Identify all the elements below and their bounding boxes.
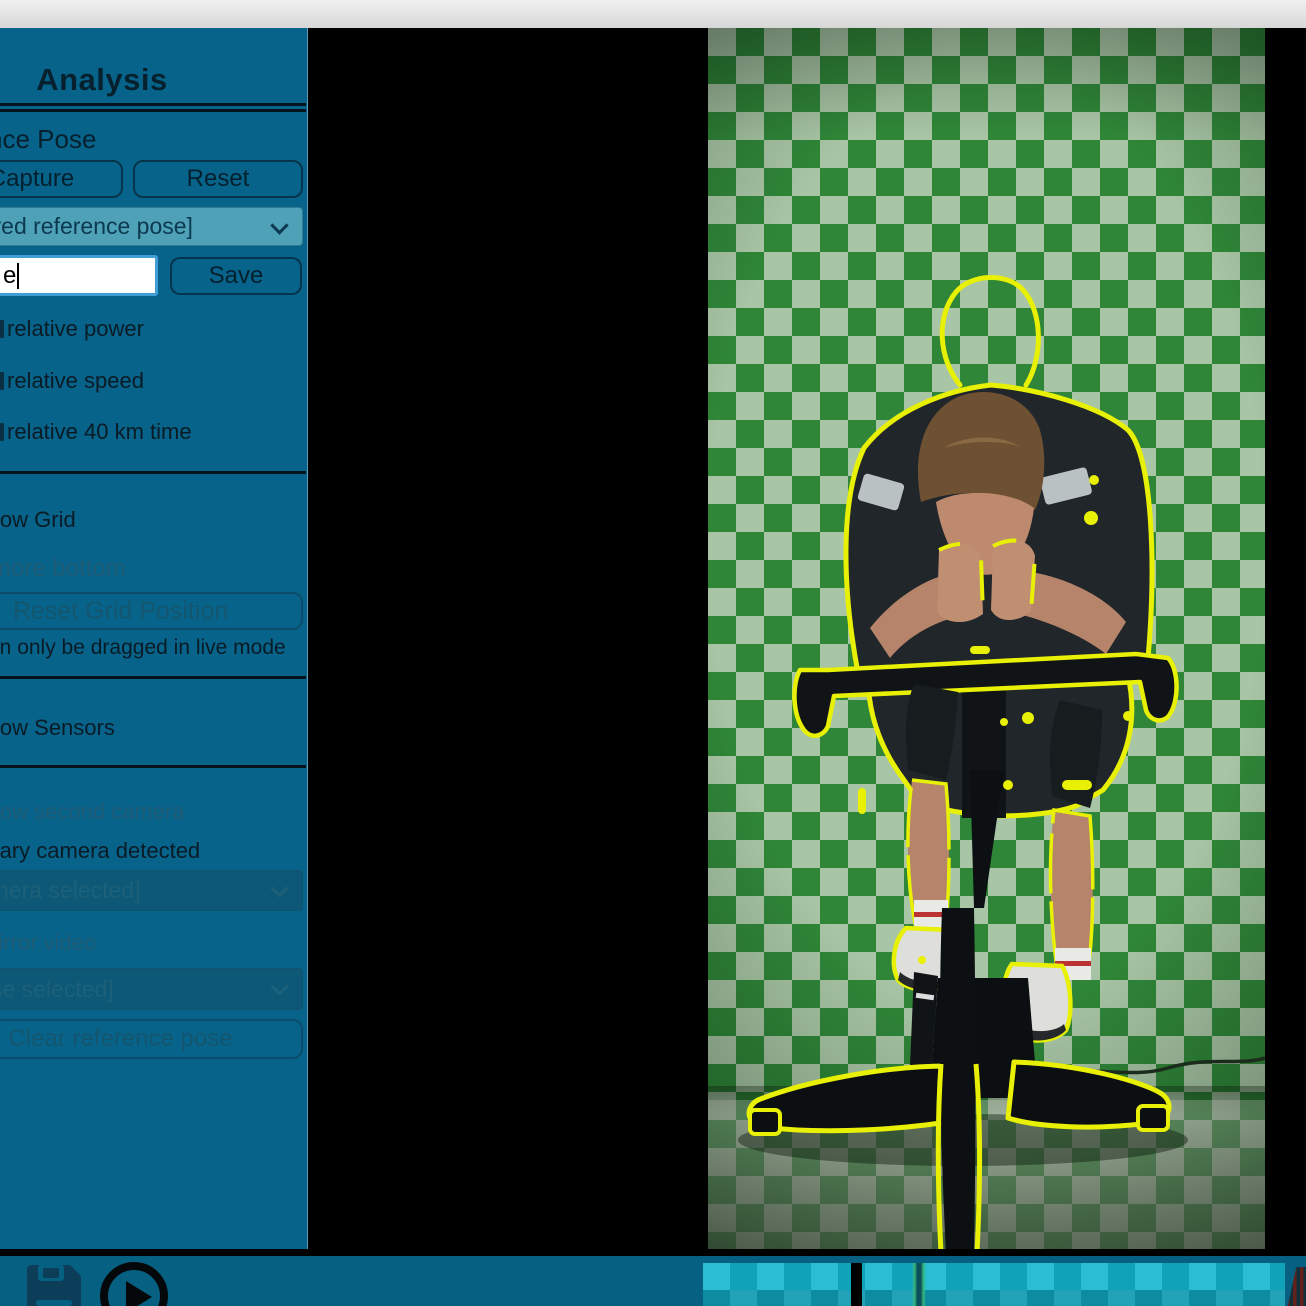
timeline-playhead[interactable]	[851, 1263, 862, 1306]
relative-40km-label: relative 40 km time	[7, 419, 192, 445]
trainer-left-foot	[750, 1110, 780, 1134]
left-fist	[937, 544, 983, 622]
pose-select-dropdown[interactable]: [no pose selected]	[0, 968, 303, 1010]
timeline-thumbnail-fork	[912, 1263, 926, 1306]
right-fist	[991, 541, 1035, 621]
playback-toolbar	[0, 1256, 1306, 1306]
reference-pose-section-label: Reference Pose	[0, 124, 96, 155]
divider	[0, 471, 306, 474]
bike-fork	[970, 770, 1004, 908]
reference-head-outline	[942, 277, 1038, 385]
saved-pose-dropdown[interactable]: [no saved reference pose]	[0, 207, 303, 246]
mirror-video-label: Mirror video	[0, 930, 96, 956]
wheel-outline-left	[938, 1064, 941, 1253]
show-grid-label[interactable]: Show Grid	[0, 507, 76, 533]
grid-drag-hint: Grid can only be dragged in live mode	[0, 636, 286, 660]
show-second-camera-label: Show second camera	[0, 799, 185, 825]
secondary-camera-status: Secondary camera detected	[0, 838, 200, 864]
analysis-sidebar: Analysis Reference Pose Capture Reset [n…	[0, 28, 308, 1249]
relative-speed-label: relative speed	[7, 368, 144, 394]
chevron-down-icon	[270, 216, 288, 234]
video-canvas[interactable]	[708, 28, 1265, 1253]
bottom-bar	[0, 1249, 1306, 1306]
checkbox-relative-speed[interactable]	[0, 372, 4, 390]
show-sensors-label[interactable]: Show Sensors	[0, 715, 115, 741]
chevron-down-icon	[270, 879, 288, 897]
timeline-shade	[703, 1290, 1285, 1306]
relative-power-label: relative power	[7, 316, 144, 342]
window-title-bar	[0, 0, 1306, 28]
reset-grid-position-button[interactable]: Reset Grid Position	[0, 592, 303, 630]
reset-button[interactable]: Reset	[133, 160, 303, 198]
app-window: { "sidebar": { "title": "Analysis", "ref…	[0, 0, 1306, 1306]
timeline-end-stripes	[1286, 1267, 1306, 1306]
checkbox-relative-power[interactable]	[0, 320, 4, 338]
play-button[interactable]	[100, 1262, 168, 1306]
capture-button[interactable]: Capture	[0, 160, 123, 198]
divider	[0, 676, 306, 679]
camera-select-dropdown[interactable]: [no camera selected]	[0, 870, 303, 911]
text-cursor	[17, 263, 19, 289]
cyclist-pose-overlay	[708, 28, 1265, 1253]
checkbox-relative-40km[interactable]	[0, 423, 4, 441]
trainer-right-foot	[1138, 1106, 1168, 1130]
play-icon	[126, 1281, 152, 1306]
sidebar-title: Analysis	[0, 62, 266, 98]
divider	[0, 103, 306, 106]
front-wheel	[940, 908, 976, 1253]
more-bottom-label: more bottom	[0, 555, 126, 583]
chevron-down-icon	[270, 977, 288, 995]
timeline-scrubber[interactable]	[703, 1263, 1285, 1306]
divider	[0, 765, 306, 768]
pose-name-input[interactable]: e	[0, 255, 158, 296]
save-icon[interactable]	[24, 1262, 84, 1306]
save-button[interactable]: Save	[170, 257, 302, 295]
clear-reference-pose-button[interactable]: Clear reference pose	[0, 1019, 303, 1059]
divider	[0, 109, 306, 112]
